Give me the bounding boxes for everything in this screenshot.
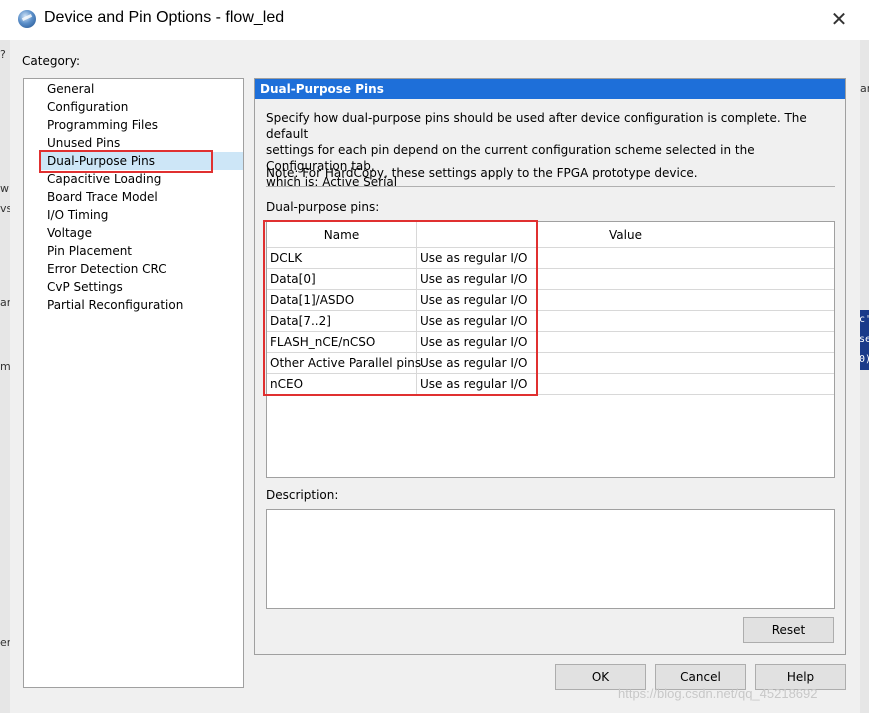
description-label: Description: xyxy=(266,488,339,502)
category-item-error-detection-crc[interactable]: Error Detection CRC xyxy=(47,260,167,278)
panel-header: Dual-Purpose Pins xyxy=(255,79,845,99)
background-text: ar xyxy=(860,82,869,95)
category-label: Category: xyxy=(22,54,80,68)
category-item-voltage[interactable]: Voltage xyxy=(47,224,92,242)
background-text: ? xyxy=(0,48,6,61)
close-button[interactable]: ✕ xyxy=(826,6,852,32)
dual-purpose-pins-label: Dual-purpose pins: xyxy=(266,200,380,214)
category-item-cvp-settings[interactable]: CvP Settings xyxy=(47,278,123,296)
category-item-general[interactable]: General xyxy=(47,80,94,98)
category-item-partial-reconfiguration[interactable]: Partial Reconfiguration xyxy=(47,296,183,314)
category-item-pin-placement[interactable]: Pin Placement xyxy=(47,242,132,260)
description-box xyxy=(266,509,835,609)
background-text: w xyxy=(0,182,9,195)
category-item-io-timing[interactable]: I/O Timing xyxy=(47,206,108,224)
reset-button[interactable]: Reset xyxy=(743,617,834,643)
watermark: https://blog.csdn.net/qq_45218692 xyxy=(618,686,818,701)
separator xyxy=(266,186,835,187)
annotation-highlight-box xyxy=(39,150,213,173)
window-title: Device and Pin Options - flow_led xyxy=(44,9,285,26)
quartus-app-icon xyxy=(18,10,36,28)
title-bar: Device and Pin Options - flow_led ✕ xyxy=(0,0,869,40)
category-item-programming-files[interactable]: Programming Files xyxy=(47,116,158,134)
category-item-configuration[interactable]: Configuration xyxy=(47,98,128,116)
background-window-left xyxy=(0,40,10,713)
hardcopy-note: Note: For HardCopy, these settings apply… xyxy=(266,166,698,180)
category-item-board-trace-model[interactable]: Board Trace Model xyxy=(47,188,158,206)
annotation-highlight-box xyxy=(263,220,538,396)
background-window-right xyxy=(860,40,869,713)
